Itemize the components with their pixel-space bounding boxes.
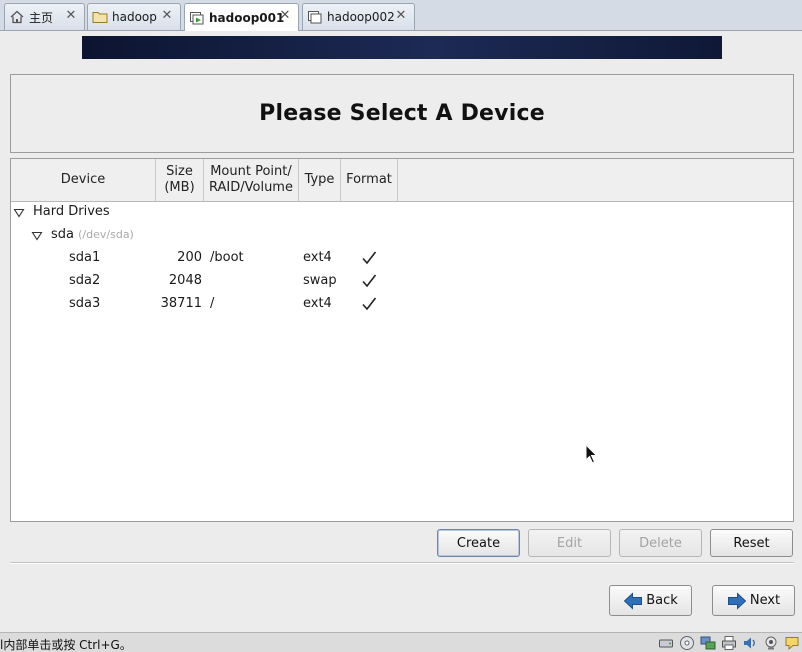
format-check-icon: [362, 274, 377, 288]
home-icon: [9, 9, 25, 25]
reset-button[interactable]: Reset: [710, 529, 793, 557]
sound-icon[interactable]: [742, 635, 758, 651]
arrow-left-icon: [623, 591, 643, 610]
column-size[interactable]: Size (MB): [156, 159, 204, 201]
close-icon[interactable]: ✕: [160, 9, 174, 23]
tab-hadoop[interactable]: hadoop ✕: [87, 3, 181, 30]
tab-label: 主页: [29, 10, 54, 25]
close-icon[interactable]: ✕: [394, 9, 408, 23]
network-icon[interactable]: [700, 635, 716, 651]
column-format[interactable]: Format: [341, 159, 398, 201]
partition-row[interactable]: sda3 38711 / ext4: [11, 293, 793, 316]
message-icon[interactable]: [784, 635, 800, 651]
close-icon[interactable]: ✕: [278, 9, 292, 23]
column-type[interactable]: Type: [299, 159, 341, 201]
arrow-right-icon: [727, 591, 747, 610]
expander-open-icon[interactable]: [31, 230, 43, 242]
hard-disk-icon[interactable]: [658, 635, 674, 651]
camera-icon[interactable]: [763, 635, 779, 651]
mouse-cursor-icon: [585, 444, 598, 464]
page-title: Please Select A Device: [259, 101, 545, 126]
printer-icon[interactable]: [721, 635, 737, 651]
delete-button[interactable]: Delete: [619, 529, 702, 557]
status-hint: l内部单击或按 Ctrl+G。: [0, 638, 132, 652]
tree-header: Device Size (MB) Mount Point/ RAID/Volum…: [11, 159, 793, 202]
separator: [10, 562, 794, 564]
back-button[interactable]: Back: [609, 585, 692, 616]
tab-home[interactable]: 主页 ✕: [4, 3, 85, 30]
edit-button[interactable]: Edit: [528, 529, 611, 557]
partition-device: sda1: [69, 250, 101, 265]
partition-type: ext4: [303, 250, 332, 265]
partition-mount: /: [210, 296, 215, 311]
vm-icon: [307, 9, 323, 25]
tree-row-sda[interactable]: sda (/dev/sda): [11, 224, 793, 247]
title-panel: Please Select A Device: [10, 74, 794, 153]
tree-group-label: Hard Drives: [33, 204, 110, 219]
close-icon[interactable]: ✕: [64, 9, 78, 23]
tab-hadoop002[interactable]: hadoop002 ✕: [302, 3, 415, 30]
format-check-icon: [362, 251, 377, 265]
vm-status-bar: l内部单击或按 Ctrl+G。: [0, 632, 802, 652]
partition-size: 2048: [168, 273, 202, 288]
partition-row[interactable]: sda1 200 /boot ext4: [11, 247, 793, 270]
partition-type: swap: [303, 273, 337, 288]
create-button[interactable]: Create: [437, 529, 520, 557]
partition-type: ext4: [303, 296, 332, 311]
column-device[interactable]: Device: [11, 159, 156, 201]
column-mount-point[interactable]: Mount Point/ RAID/Volume: [204, 159, 299, 201]
format-check-icon: [362, 297, 377, 311]
partition-mount: /boot: [210, 250, 244, 265]
cd-drive-icon[interactable]: [679, 635, 695, 651]
partition-size: 200: [177, 250, 202, 265]
tab-hadoop001[interactable]: hadoop001 ✕: [184, 3, 299, 31]
installer-banner: [82, 36, 722, 59]
partition-row[interactable]: sda2 2048 swap: [11, 270, 793, 293]
partition-device: sda3: [69, 296, 101, 311]
tab-label: hadoop: [112, 10, 157, 24]
tab-label: hadoop002: [327, 10, 395, 24]
vm-running-icon: [189, 10, 205, 26]
device-tree[interactable]: Device Size (MB) Mount Point/ RAID/Volum…: [10, 158, 794, 522]
disk-path: (/dev/sda): [78, 228, 134, 241]
partition-device: sda2: [69, 273, 101, 288]
next-button[interactable]: Next: [712, 585, 795, 616]
partition-size: 38711: [160, 296, 202, 311]
tab-label: hadoop001: [209, 10, 285, 25]
vm-tab-bar: 主页 ✕ hadoop ✕ hadoop001 ✕ hadoop002 ✕: [0, 0, 802, 31]
disk-label: sda (/dev/sda): [51, 227, 134, 242]
expander-open-icon[interactable]: [13, 207, 25, 219]
folder-icon: [92, 9, 108, 25]
tree-row-hard-drives[interactable]: Hard Drives: [11, 201, 793, 224]
device-icons: [653, 635, 800, 651]
